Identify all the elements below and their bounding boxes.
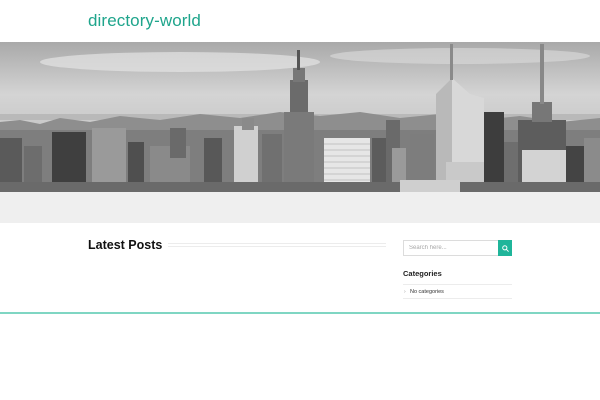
search-button[interactable]: [498, 240, 512, 256]
latest-posts-heading: Latest Posts: [88, 238, 169, 252]
site-title-link[interactable]: directory-world: [88, 11, 201, 31]
search-input[interactable]: [403, 240, 498, 256]
city-skyline-illustration: [0, 42, 600, 192]
search-icon: [501, 244, 509, 252]
category-list-item: › No categories: [403, 285, 512, 299]
banner-footer-band: [0, 192, 600, 223]
categories-heading: Categories: [403, 269, 512, 285]
site-header: directory-world: [0, 0, 600, 42]
category-label: No categories: [410, 288, 444, 295]
search-form: [403, 240, 512, 256]
footer-divider: [0, 312, 600, 314]
header-banner-image: [0, 42, 600, 192]
sidebar: Categories › No categories: [403, 240, 512, 299]
latest-posts-section: Latest Posts: [88, 238, 386, 254]
